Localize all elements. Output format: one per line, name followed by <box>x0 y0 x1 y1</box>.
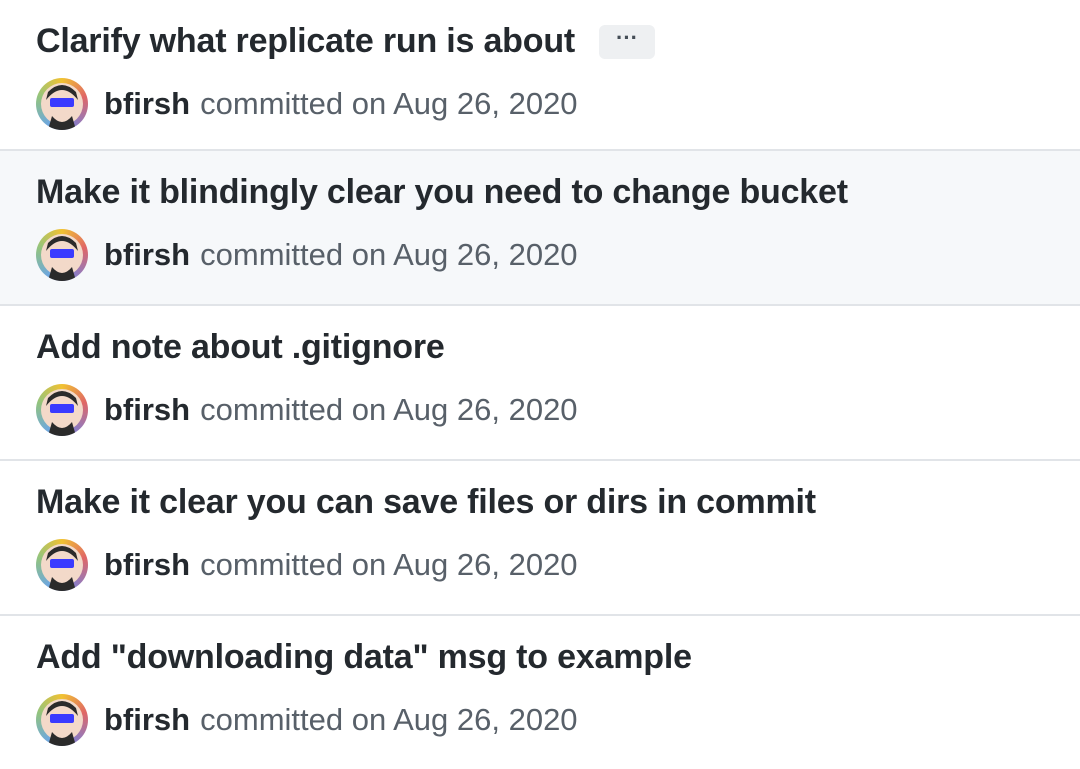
author-link[interactable]: bfirsh <box>104 392 190 428</box>
commit-title-line: Clarify what replicate run is about ··· <box>36 22 656 61</box>
author-link[interactable]: bfirsh <box>104 237 190 273</box>
author-link[interactable]: bfirsh <box>104 547 190 583</box>
commit-title-link[interactable]: Add note about .gitignore <box>36 328 445 367</box>
commit-date: committed on Aug 26, 2020 <box>200 702 578 737</box>
avatar-icon[interactable] <box>36 384 88 436</box>
commit-row: Make it clear you can save files or dirs… <box>0 461 1080 616</box>
commit-title-link[interactable]: Add "downloading data" msg to example <box>36 638 692 677</box>
avatar-icon[interactable] <box>36 229 88 281</box>
commit-title-link[interactable]: Clarify what replicate run is about <box>36 22 575 61</box>
commit-date: committed on Aug 26, 2020 <box>200 237 578 272</box>
author-link[interactable]: bfirsh <box>104 702 190 738</box>
commit-meta: bfirsh committed on Aug 26, 2020 <box>36 539 578 591</box>
avatar-icon[interactable] <box>36 539 88 591</box>
commit-date: committed on Aug 26, 2020 <box>200 86 578 121</box>
avatar-icon[interactable] <box>36 78 88 130</box>
commit-title-line: Add note about .gitignore <box>36 328 445 367</box>
avatar-icon[interactable] <box>36 694 88 746</box>
commit-row: Add note about .gitignore bfirsh committ… <box>0 306 1080 461</box>
commit-row: Make it blindingly clear you need to cha… <box>0 151 1080 306</box>
commit-date: committed on Aug 26, 2020 <box>200 547 578 582</box>
commit-meta: bfirsh committed on Aug 26, 2020 <box>36 384 578 436</box>
commit-list: Clarify what replicate run is about ··· … <box>0 0 1080 769</box>
commit-title-link[interactable]: Make it clear you can save files or dirs… <box>36 483 816 522</box>
commit-title-link[interactable]: Make it blindingly clear you need to cha… <box>36 173 848 212</box>
ellipsis-icon[interactable]: ··· <box>599 24 656 59</box>
commit-row: Clarify what replicate run is about ··· … <box>0 0 1080 151</box>
commit-meta: bfirsh committed on Aug 26, 2020 <box>36 78 578 130</box>
commit-title-line: Add "downloading data" msg to example <box>36 638 692 677</box>
commit-row: Add "downloading data" msg to example bf… <box>0 616 1080 769</box>
commit-meta: bfirsh committed on Aug 26, 2020 <box>36 694 578 746</box>
commit-meta: bfirsh committed on Aug 26, 2020 <box>36 229 578 281</box>
commit-title-line: Make it clear you can save files or dirs… <box>36 483 816 522</box>
commit-date: committed on Aug 26, 2020 <box>200 392 578 427</box>
author-link[interactable]: bfirsh <box>104 86 190 122</box>
commit-title-line: Make it blindingly clear you need to cha… <box>36 173 848 212</box>
